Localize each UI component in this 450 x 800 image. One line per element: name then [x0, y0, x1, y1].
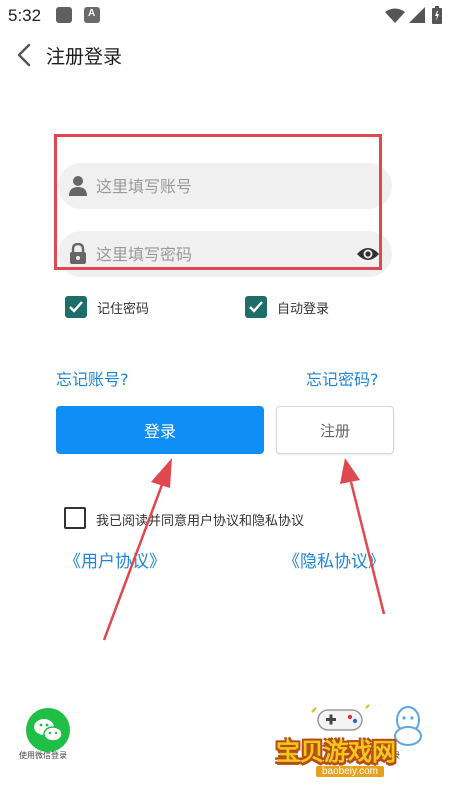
app-a-icon [84, 7, 100, 23]
login-button[interactable]: 登录 [56, 406, 264, 454]
back-chevron-icon[interactable] [14, 42, 36, 68]
wechat-login-button[interactable] [26, 708, 70, 752]
account-field[interactable] [58, 163, 392, 209]
auto-login-label: 自动登录 [277, 301, 330, 317]
user-agreement-link[interactable]: 《用户协议》 [64, 547, 166, 572]
app-square-icon [56, 7, 72, 23]
forgot-password-link[interactable]: 忘记密码? [306, 366, 379, 390]
wifi-icon [385, 8, 405, 23]
password-field[interactable] [58, 231, 392, 277]
wechat-icon [34, 719, 63, 742]
watermark-logo: 宝贝游戏网 baobeiy.com [270, 700, 420, 790]
watermark-url: baobeiy.com [316, 766, 384, 777]
auto-login-checkbox[interactable]: 自动登录 [245, 296, 329, 318]
agreement-checkbox[interactable] [64, 507, 86, 529]
remember-password-checkbox[interactable]: 记住密码 [65, 296, 149, 318]
agreement-text: 我已阅读并同意用户协议和隐私协议 [96, 514, 305, 529]
watermark-title: 宝贝游戏网 [276, 738, 396, 766]
register-button[interactable]: 注册 [276, 406, 394, 454]
forgot-account-link[interactable]: 忘记账号? [56, 366, 129, 390]
battery-icon [432, 6, 442, 24]
checkbox-checked-icon [65, 296, 87, 318]
account-input[interactable] [96, 163, 346, 209]
gamepad-icon [311, 704, 370, 731]
eye-icon[interactable] [356, 245, 380, 263]
page-title: 注册登录 [46, 46, 123, 68]
signal-icon [409, 7, 425, 23]
user-icon [69, 176, 87, 196]
status-time: 5:32 [8, 6, 42, 25]
checkbox-checked-icon [245, 296, 267, 318]
password-input[interactable] [96, 231, 346, 277]
remember-password-label: 记住密码 [97, 301, 150, 317]
status-bar: 5:32 [0, 0, 450, 32]
wechat-login-label: 使用微信登录 [19, 751, 67, 760]
privacy-agreement-link[interactable]: 《隐私协议》 [283, 547, 385, 572]
annotation-arrows [102, 458, 386, 641]
lock-icon [70, 243, 86, 264]
